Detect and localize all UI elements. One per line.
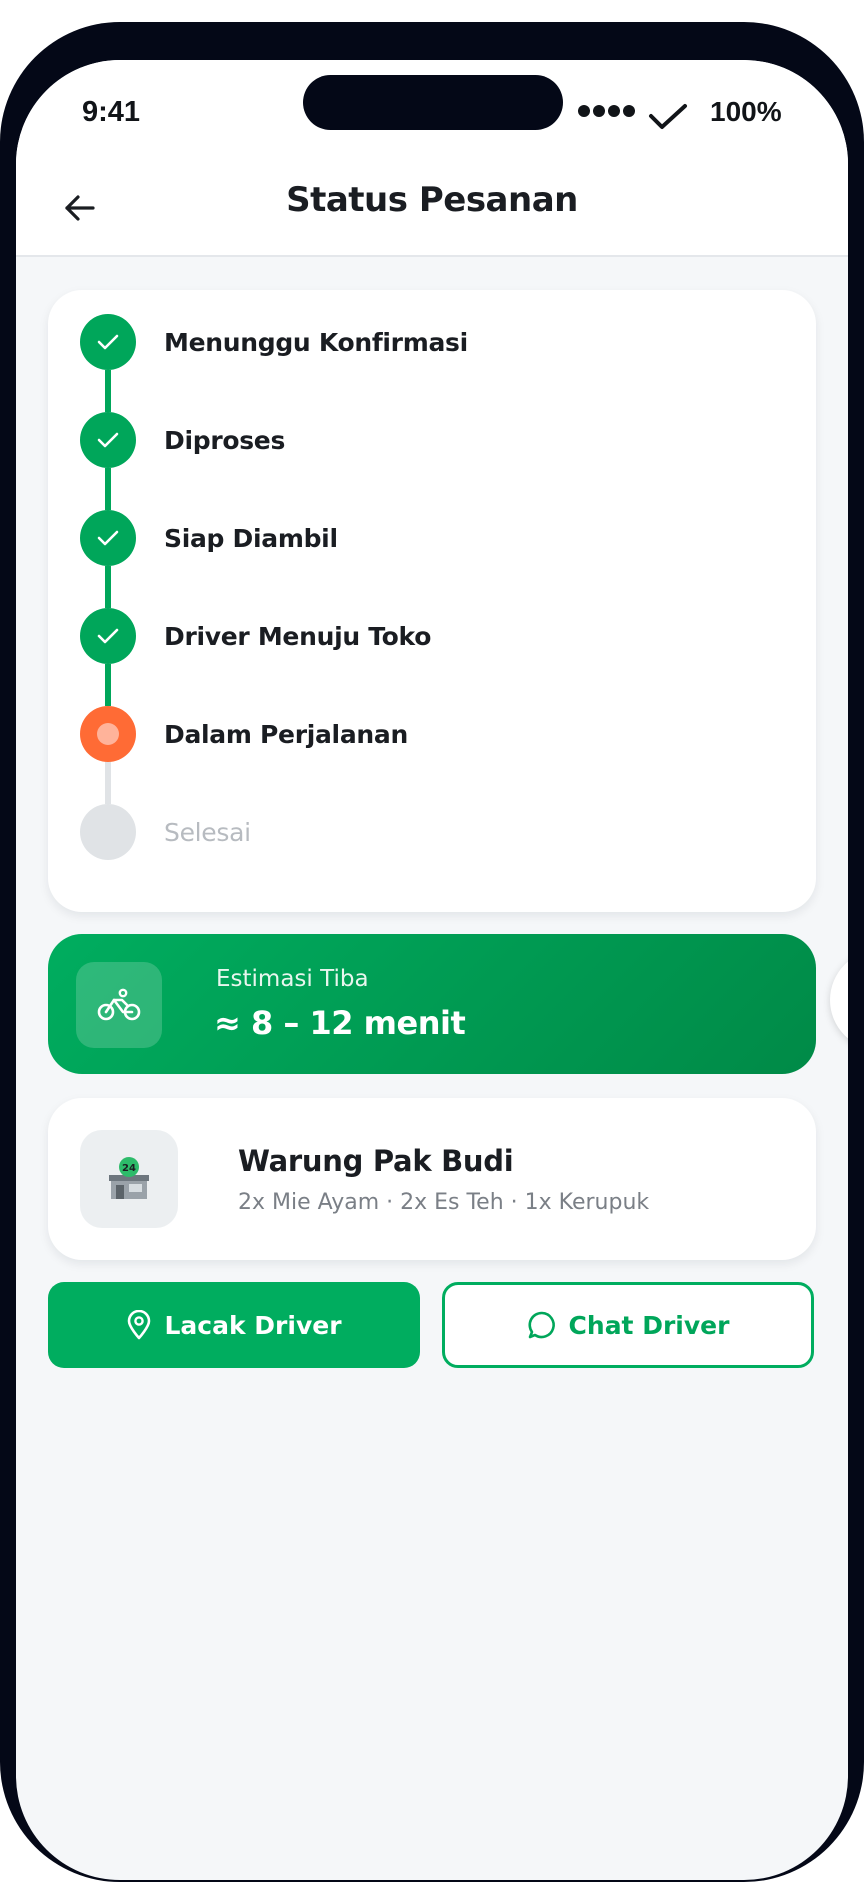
check-circle-icon bbox=[80, 510, 136, 566]
page-title: Status Pesanan bbox=[286, 180, 578, 220]
track-driver-button[interactable]: Lacak Driver bbox=[48, 1282, 420, 1368]
clock: 9:41 bbox=[82, 96, 141, 128]
store-24-icon: 24 bbox=[80, 1130, 178, 1228]
timeline-step: Driver Menuju Toko bbox=[80, 608, 431, 664]
step-label: Dalam Perjalanan bbox=[164, 719, 408, 749]
step-label: Siap Diambil bbox=[164, 523, 338, 553]
timeline-step: Menunggu Konfirmasi bbox=[80, 314, 468, 370]
svg-text:24: 24 bbox=[122, 1163, 136, 1174]
phone-frame: 9:41 100% Status Pesanan Menunggu Konfir… bbox=[0, 22, 864, 1882]
eta-label: Estimasi Tiba bbox=[216, 966, 369, 992]
app-screen: 9:41 100% Status Pesanan Menunggu Konfir… bbox=[16, 60, 848, 1880]
active-step-icon bbox=[80, 706, 136, 762]
eta-value: ≈ 8 – 12 menit bbox=[214, 1004, 466, 1042]
order-status-timeline: Menunggu Konfirmasi Diproses Siap Diambi… bbox=[48, 290, 816, 912]
location-pin-icon bbox=[128, 1310, 151, 1340]
dynamic-island bbox=[303, 75, 563, 130]
step-label: Menunggu Konfirmasi bbox=[164, 327, 468, 357]
timeline-connector bbox=[105, 370, 111, 412]
pending-step-icon bbox=[80, 804, 136, 860]
step-label: Diproses bbox=[164, 425, 286, 455]
check-circle-icon bbox=[80, 608, 136, 664]
chat-driver-label: Chat Driver bbox=[568, 1310, 730, 1340]
timeline-connector bbox=[105, 664, 111, 706]
floating-bubble[interactable] bbox=[830, 950, 848, 1050]
timeline-connector bbox=[105, 566, 111, 608]
header-divider bbox=[16, 255, 848, 257]
bicycle-icon bbox=[76, 962, 162, 1048]
order-items: 2x Mie Ayam · 2x Es Teh · 1x Kerupuk bbox=[238, 1190, 650, 1215]
timeline-connector bbox=[105, 468, 111, 510]
step-label: Selesai bbox=[164, 817, 251, 847]
chat-bubble-icon bbox=[528, 1311, 555, 1339]
timeline-step-pending: Selesai bbox=[80, 804, 251, 860]
wifi-check-icon bbox=[649, 104, 687, 129]
battery-level: 100% bbox=[710, 96, 782, 127]
check-circle-icon bbox=[80, 412, 136, 468]
step-label: Driver Menuju Toko bbox=[164, 621, 432, 651]
timeline-step-active: Dalam Perjalanan bbox=[80, 706, 408, 762]
timeline-connector bbox=[105, 762, 111, 804]
store-name: Warung Pak Budi bbox=[238, 1144, 514, 1178]
timeline-step: Diproses bbox=[80, 412, 285, 468]
signal-icon bbox=[578, 105, 635, 117]
chat-driver-button[interactable]: Chat Driver bbox=[442, 1282, 814, 1368]
store-card[interactable]: 24 Warung Pak Budi 2x Mie Ayam · 2x Es T… bbox=[48, 1098, 816, 1260]
check-circle-icon bbox=[80, 314, 136, 370]
timeline-step: Siap Diambil bbox=[80, 510, 338, 566]
eta-banner: Estimasi Tiba ≈ 8 – 12 menit bbox=[48, 934, 816, 1074]
track-driver-label: Lacak Driver bbox=[164, 1310, 342, 1340]
status-bar: 9:41 100% Status Pesanan bbox=[16, 60, 848, 257]
